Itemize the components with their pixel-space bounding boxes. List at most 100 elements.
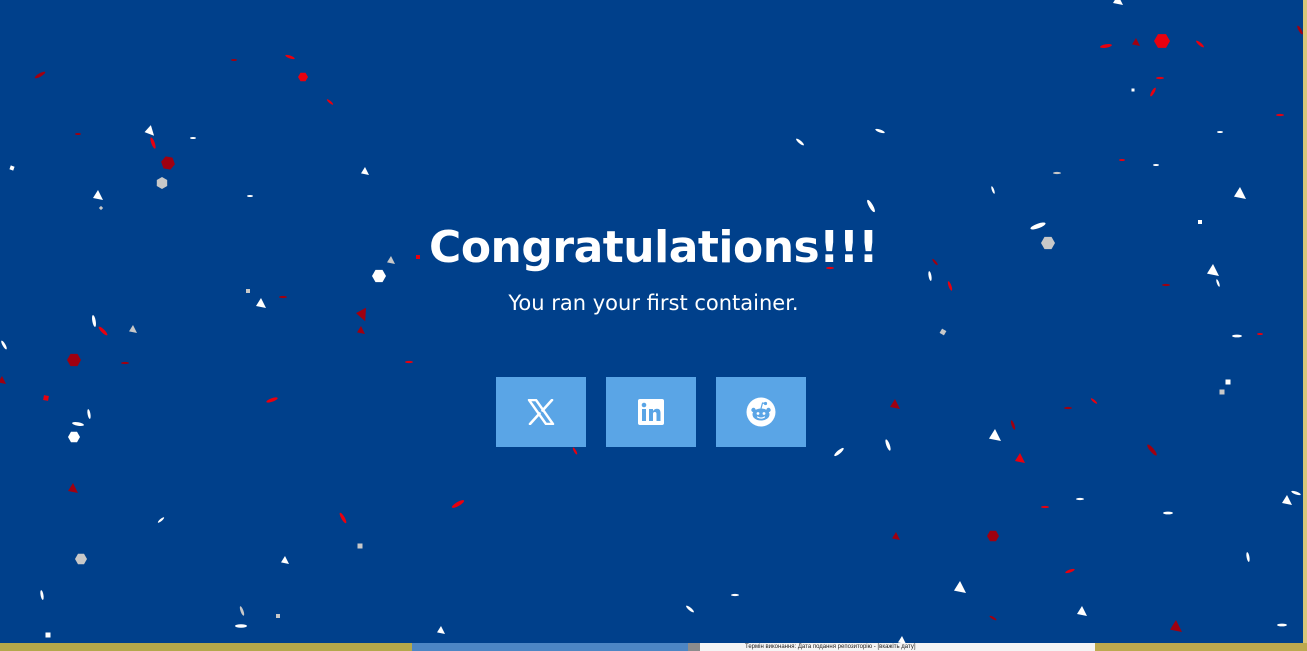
confetti-piece [989,429,1001,441]
confetti-piece [144,125,155,136]
confetti-piece [892,532,900,540]
confetti-piece [156,176,168,190]
share-buttons [496,377,806,447]
confetti-piece [235,624,247,628]
confetti-piece [231,59,237,61]
confetti-piece [867,199,875,213]
confetti-piece [357,326,365,334]
confetti-piece [1170,620,1182,632]
confetti-piece [405,360,413,364]
confetti-piece [281,556,289,564]
share-linkedin-button[interactable] [606,377,696,447]
reddit-logo-icon [746,397,776,427]
confetti-piece [1232,334,1242,338]
confetti-piece [0,376,6,384]
confetti-piece [1131,88,1135,92]
confetti-piece [93,190,103,200]
confetti-piece [890,399,900,409]
x-logo-icon [527,399,555,425]
confetti-piece [150,137,156,149]
confetti-piece [834,447,844,457]
confetti-piece [129,325,137,333]
confetti-piece [298,72,308,82]
share-reddit-button[interactable] [716,377,806,447]
confetti-piece [326,99,334,105]
confetti-piece [45,632,51,638]
confetti-piece [1162,283,1170,287]
confetti-piece [1113,0,1123,5]
confetti-piece [1100,44,1112,48]
confetti-piece [1277,623,1287,627]
confetti-piece [572,447,578,455]
confetti-piece [75,133,81,135]
confetti-piece [190,137,196,139]
confetti-piece [796,138,804,146]
confetti-piece [98,205,104,211]
confetti-piece [1150,87,1156,97]
confetti-piece [1076,497,1084,501]
confetti-piece [285,54,295,60]
congratulations-title: Congratulations!!! [429,222,878,273]
confetti-piece [339,512,347,524]
confetti-piece [987,530,999,542]
confetti-piece [1,340,7,350]
confetti-piece [40,590,44,600]
confetti-piece [1225,379,1231,385]
confetti-piece [161,156,175,170]
share-x-button[interactable] [496,377,586,447]
confetti-piece [247,195,253,197]
confetti-piece [1196,40,1204,48]
confetti-piece [1041,505,1049,509]
confetti-piece [1216,279,1220,287]
confetti-piece [9,165,15,171]
confetti-piece [68,483,78,493]
confetti-piece [75,553,87,565]
confetti-piece [1153,164,1159,166]
confetti-piece [72,422,84,426]
confetti-piece [1234,187,1246,199]
confetti-piece [98,326,108,336]
confetti-piece [875,128,885,134]
confetti-piece [357,543,363,549]
linkedin-logo-icon [638,399,664,425]
confetti-piece [266,397,278,403]
confetti-piece [34,71,46,79]
confetti-piece [1132,38,1140,46]
confetti-piece [1119,159,1125,161]
background-window-text: Термін виконання: Дата подання репозитор… [745,644,916,650]
confetti-piece [1282,495,1292,505]
confetti-piece [885,439,891,451]
confetti-piece [1077,606,1087,616]
confetti-piece [1156,76,1164,80]
confetti-piece [276,614,280,618]
confetti-piece [954,581,966,593]
confetti-piece [1154,34,1170,48]
confetti-layer [0,0,1303,643]
confetti-piece [1257,333,1263,335]
confetti-piece [1015,453,1025,463]
confetti-piece [898,636,906,643]
confetti-piece [991,186,995,194]
congratulations-overlay: Congratulations!!! You ran your first co… [0,0,1307,651]
confetti-piece [1246,552,1250,562]
confetti-piece [1053,171,1061,175]
confetti-piece [157,517,165,523]
confetti-piece [361,167,369,175]
confetti-piece [451,500,465,508]
confetti-piece [939,328,947,336]
confetti-piece [1217,131,1223,133]
confetti-piece [239,606,245,616]
background-window-edge [1303,0,1307,643]
confetti-piece [1147,444,1157,456]
confetti-piece [1064,406,1072,410]
confetti-piece [1276,113,1284,117]
background-window-strip: Термін виконання: Дата подання репозитор… [0,643,1307,651]
confetti-piece [989,615,997,621]
confetti-piece [43,395,49,401]
confetti-piece [1219,389,1225,395]
confetti-piece [87,409,91,419]
confetti-piece [1291,490,1301,496]
congratulations-subtitle: You ran your first container. [508,291,799,315]
confetti-piece [68,431,80,443]
confetti-piece [731,593,739,597]
